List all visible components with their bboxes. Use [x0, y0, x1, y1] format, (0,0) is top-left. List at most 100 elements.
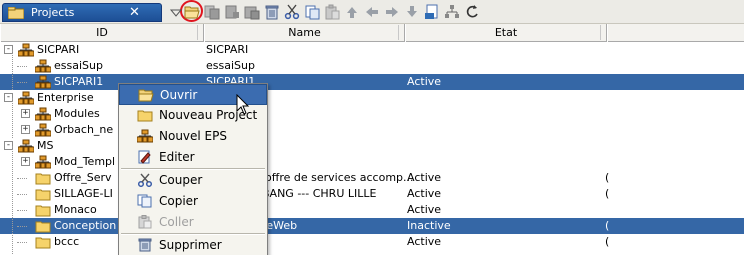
menu-item-label: Supprimer [159, 238, 222, 252]
paste-icon [137, 215, 153, 229]
cell-id: SICPARI [37, 43, 80, 56]
tree-connector [17, 242, 27, 243]
project-folder-icon [35, 203, 51, 217]
cell-id: Conception [54, 219, 117, 232]
cell-id: SICPARI1 [54, 75, 104, 88]
tab-projects[interactable]: Projects ✕ [2, 3, 162, 22]
scissors-icon[interactable] [284, 4, 300, 20]
eps-icon [35, 59, 51, 73]
dropdown-arrow-icon[interactable] [168, 4, 184, 20]
table-header: ID Name Etat [0, 24, 744, 42]
column-header-id[interactable]: ID [0, 24, 204, 42]
cell-id: essaiSup [54, 59, 103, 72]
menu-item-coller: Coller [119, 212, 267, 233]
table-row[interactable]: + Modules [0, 106, 744, 122]
close-icon[interactable]: ✕ [127, 5, 142, 20]
cell-id: Orbach_ne [54, 123, 114, 136]
cell-id: Offre_Serv [54, 171, 112, 184]
tree-connector [17, 226, 27, 227]
copy-icon [137, 194, 153, 208]
paste-disabled-icon[interactable] [324, 4, 340, 20]
clipboard-icon[interactable] [304, 4, 320, 20]
cell-name: essaiSup [206, 59, 255, 72]
eps-icon [35, 107, 51, 121]
cell-truncated: ( [605, 235, 610, 248]
table-row[interactable]: Conception teWeb Inactive( [0, 218, 744, 234]
tree-guide-line [12, 50, 13, 90]
menu-item-label: Couper [159, 173, 203, 187]
hierarchy-icon[interactable] [444, 4, 460, 20]
project-folder-icon [35, 235, 51, 249]
table-row[interactable]: Offre_Serv 'offre de services accomp... Ac… [0, 170, 744, 186]
open-folder-icon[interactable] [184, 4, 200, 20]
column-header-name[interactable]: Name [204, 24, 405, 42]
menu-item-supprimer[interactable]: Supprimer [119, 235, 267, 255]
menu-item-nouvel-eps[interactable]: Nouvel EPS [119, 126, 267, 147]
expand-icon[interactable]: + [21, 157, 30, 166]
cell-etat: Active [407, 171, 442, 184]
column-header-label: ID [96, 26, 108, 39]
cell-id: Monaco [54, 203, 97, 216]
table-row[interactable]: - Enterprise [0, 90, 744, 106]
mouse-cursor-icon [236, 93, 250, 116]
eps-icon [18, 43, 34, 57]
cell-id: MS [37, 139, 54, 152]
move-right-icon[interactable] [384, 4, 400, 20]
folder-icon [137, 108, 153, 122]
eps-icon [35, 123, 51, 137]
table-row[interactable]: bccc Active ( [0, 234, 744, 250]
table-row[interactable]: SILLAGE-LI BANG --- CHRU LILLE Active ( [0, 186, 744, 202]
import-icon[interactable] [424, 4, 440, 20]
delete-icon[interactable] [264, 4, 280, 20]
table-row[interactable]: + Orbach_ne [0, 122, 744, 138]
expand-icon[interactable]: + [21, 125, 30, 134]
edit-icon [137, 150, 153, 164]
eps-icon [18, 91, 34, 105]
cell-etat: Active [407, 75, 442, 88]
refresh-icon[interactable] [464, 4, 480, 20]
move-down-icon[interactable] [404, 4, 420, 20]
tree-connector [17, 82, 27, 83]
cell-id: Modules [54, 107, 100, 120]
table-row[interactable]: - MS [0, 138, 744, 154]
column-header-etat[interactable]: Etat [405, 24, 607, 42]
menu-item-couper[interactable]: Couper [119, 170, 267, 191]
tree-guide-line [12, 146, 13, 255]
cell-name: 'offre de services accomp... [262, 171, 414, 184]
table-row[interactable]: - SICPARI SICPARI [0, 42, 744, 58]
eps-icon [18, 139, 34, 153]
menu-item-label: Nouvel EPS [159, 129, 227, 143]
eps-icon [35, 75, 51, 89]
expand-icon[interactable]: + [21, 109, 30, 118]
open-folder-icon [138, 88, 154, 102]
column-header-label: Name [288, 26, 321, 39]
cell-etat: Active [407, 235, 442, 248]
cut-doc-icon[interactable] [224, 4, 240, 20]
menu-item-editer[interactable]: Editer [119, 147, 267, 168]
delete-icon [137, 238, 153, 252]
table-row[interactable]: SICPARI1 SICPARI1 Active [0, 74, 744, 90]
cell-etat: Inactive [407, 219, 451, 232]
projects-icon [7, 6, 25, 20]
table-row[interactable]: + Mod_Templ [0, 154, 744, 170]
project-folder-icon [35, 187, 51, 201]
menu-item-copier[interactable]: Copier [119, 191, 267, 212]
menu-item-label: Editer [159, 150, 195, 164]
column-header-extra [607, 24, 744, 42]
column-header-label: Etat [494, 26, 518, 39]
cell-etat: Active [407, 187, 442, 200]
table-row[interactable]: Monaco Active [0, 202, 744, 218]
tree-connector [17, 178, 27, 179]
cell-id: bccc [54, 235, 80, 248]
table-row[interactable]: essaiSup essaiSup [0, 58, 744, 74]
move-up-icon[interactable] [344, 4, 360, 20]
cell-name: BANG --- CHRU LILLE [262, 187, 377, 200]
eps-icon [137, 129, 153, 143]
menu-item-label: Copier [159, 194, 198, 208]
tree-connector [17, 210, 27, 211]
paste-doc-icon[interactable] [244, 4, 260, 20]
copy-doc-icon[interactable] [204, 4, 220, 20]
move-left-icon[interactable] [364, 4, 380, 20]
cell-truncated: ( [605, 171, 610, 184]
menu-item-label: Coller [159, 215, 194, 229]
